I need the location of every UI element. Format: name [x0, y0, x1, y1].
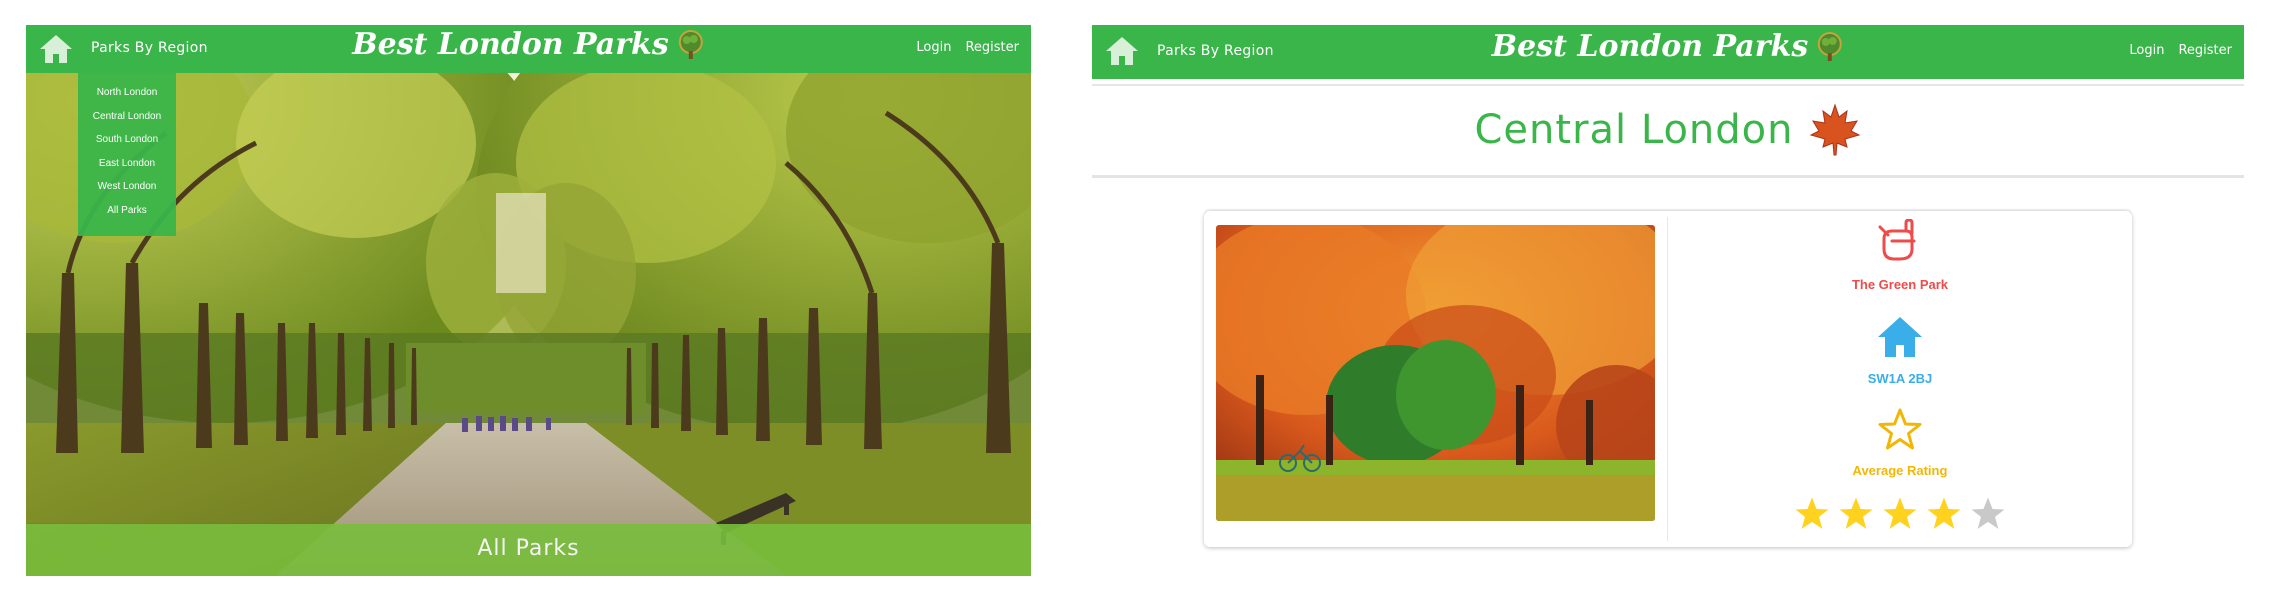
star-empty-icon[interactable]: [1969, 495, 2007, 533]
region-heading: Central London: [1092, 103, 2244, 157]
dropdown-item-central-london[interactable]: Central London: [78, 105, 176, 129]
register-link[interactable]: Register: [2178, 43, 2232, 58]
tree-icon: [678, 29, 703, 59]
login-link[interactable]: Login: [2129, 43, 2164, 58]
home-icon[interactable]: [38, 33, 74, 65]
park-name[interactable]: The Green Park: [1668, 277, 2132, 292]
dropdown-item-west-london[interactable]: West London: [78, 175, 176, 199]
site-title: Best London Parks: [1491, 29, 1809, 64]
header-divider: [1092, 84, 2244, 86]
hand-pointer-icon: [1878, 219, 1916, 261]
hero-image: [26, 73, 1031, 576]
tree-icon: [1818, 31, 1843, 61]
parks-by-region-menu[interactable]: Parks By Region: [91, 40, 208, 56]
star-outline-icon: [1878, 408, 1922, 450]
dropdown-item-north-london[interactable]: North London: [78, 81, 176, 105]
star-filled-icon[interactable]: [1881, 495, 1919, 533]
autumn-park-photo: [1216, 225, 1655, 521]
region-title-text: Central London: [1474, 107, 1794, 153]
top-navbar: Parks By Region Best London Parks Login …: [1092, 25, 2244, 79]
park-avenue-photo: [26, 73, 1031, 576]
star-filled-icon[interactable]: [1837, 495, 1875, 533]
house-icon: [1878, 317, 1922, 357]
park-card[interactable]: The Green Park SW1A 2BJ Average Rating: [1204, 211, 2132, 547]
top-navbar: Parks By Region Best London Parks Login …: [26, 25, 1031, 73]
star-filled-icon[interactable]: [1793, 495, 1831, 533]
title-divider: [1092, 175, 2244, 178]
site-title: Best London Parks: [352, 27, 669, 62]
region-page-panel: Parks By Region Best London Parks Login …: [1092, 25, 2244, 565]
park-photo[interactable]: [1216, 225, 1655, 521]
hero-caption-all-parks[interactable]: All Parks: [26, 524, 1031, 576]
star-filled-icon[interactable]: [1925, 495, 1963, 533]
login-link[interactable]: Login: [916, 40, 951, 55]
home-icon[interactable]: [1104, 35, 1140, 67]
rating-stars: [1668, 495, 2132, 533]
average-rating-label: Average Rating: [1852, 463, 1948, 478]
dropdown-item-east-london[interactable]: East London: [78, 152, 176, 176]
dropdown-item-south-london[interactable]: South London: [78, 128, 176, 152]
site-logo[interactable]: Best London Parks: [1492, 29, 1844, 64]
maple-leaf-icon: [1810, 103, 1861, 156]
register-link[interactable]: Register: [965, 40, 1019, 55]
region-dropdown-menu: North London Central London South London…: [78, 73, 176, 236]
site-logo[interactable]: Best London Parks: [352, 27, 704, 62]
park-info: The Green Park SW1A 2BJ Average Rating: [1668, 211, 2132, 547]
home-page-panel: Parks By Region Best London Parks Login …: [26, 25, 1031, 576]
dropdown-item-all-parks[interactable]: All Parks: [78, 199, 176, 223]
park-postcode: SW1A 2BJ: [1867, 371, 1933, 386]
parks-by-region-menu[interactable]: Parks By Region: [1157, 43, 1274, 59]
